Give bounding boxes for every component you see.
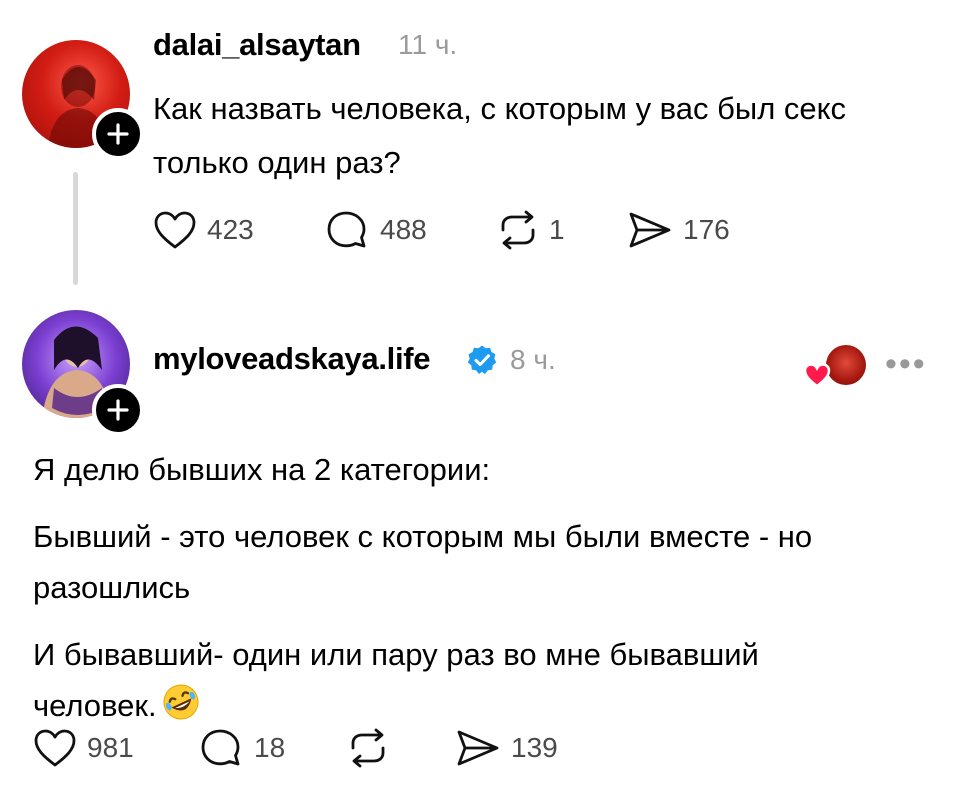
send-icon <box>457 730 499 766</box>
post-timestamp: 11 ч. <box>398 29 458 60</box>
repost-icon <box>501 210 535 250</box>
plus-icon <box>107 123 129 145</box>
post-paragraph: разошлись <box>33 570 191 605</box>
post-paragraph: И бывавший- один или пару раз во мне быв… <box>33 637 759 672</box>
share-button[interactable]: 139 <box>455 728 558 768</box>
post-text-line: Как назвать человека, с которым у вас бы… <box>153 91 847 126</box>
repost-button[interactable] <box>345 728 391 768</box>
follow-plus-button[interactable] <box>92 384 144 436</box>
post-timestamp: 8 ч. <box>510 344 556 375</box>
rolling-laughing-emoji <box>163 684 199 720</box>
heart-icon <box>803 363 831 388</box>
like-button[interactable]: 981 <box>33 728 134 768</box>
plus-icon <box>107 399 129 421</box>
comment-count: 18 <box>254 732 286 763</box>
liked-by-author-avatar <box>826 345 866 385</box>
comment-button[interactable]: 488 <box>326 210 427 250</box>
repost-icon <box>351 728 385 768</box>
like-count: 981 <box>87 732 134 763</box>
comment-count: 488 <box>380 214 427 245</box>
share-count: 176 <box>683 214 730 245</box>
post-username[interactable]: myloveadskaya.life <box>153 341 431 377</box>
share-count: 139 <box>511 732 558 763</box>
send-icon <box>629 212 671 248</box>
comment-bubble-icon <box>327 211 366 248</box>
repost-count: 1 <box>549 214 565 245</box>
heart-icon <box>34 729 76 767</box>
more-options-icon[interactable]: ••• <box>885 345 927 384</box>
post-paragraph: Бывший - это человек с которым мы были в… <box>33 519 813 554</box>
post-text-line: только один раз? <box>153 145 401 180</box>
comment-bubble-icon <box>201 729 240 766</box>
like-button[interactable]: 423 <box>153 210 254 250</box>
post-paragraph-text: человек. <box>33 688 157 723</box>
thread-connector-line <box>73 172 78 285</box>
heart-icon <box>154 211 196 249</box>
post-text: Как назвать человека, с которым у вас бы… <box>153 82 953 190</box>
post-username[interactable]: dalai_alsaytan <box>153 27 361 63</box>
share-button[interactable]: 176 <box>627 210 730 250</box>
verified-badge-icon <box>467 345 497 374</box>
post-paragraph: Я делю бывших на 2 категории: <box>33 452 491 487</box>
comment-button[interactable]: 18 <box>200 728 285 768</box>
repost-button[interactable]: 1 <box>495 210 565 250</box>
follow-plus-button[interactable] <box>92 108 144 160</box>
post-paragraph: человек. <box>33 679 933 732</box>
post-text: Я делю бывших на 2 категории: Бывший - э… <box>33 443 933 732</box>
like-count: 423 <box>207 214 254 245</box>
